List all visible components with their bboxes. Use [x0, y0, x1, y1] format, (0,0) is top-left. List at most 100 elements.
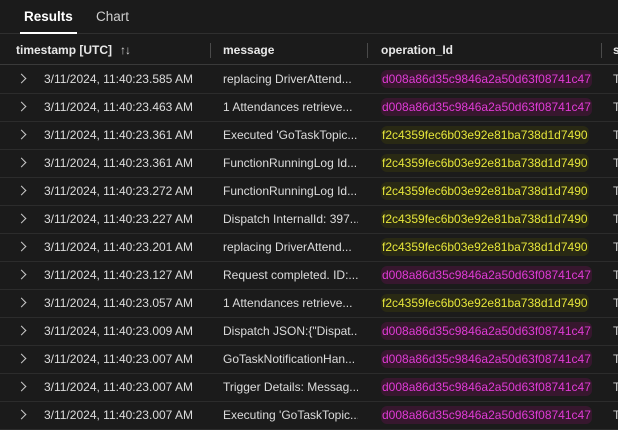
table-row[interactable]: 3/11/2024, 11:40:23.361 AM FunctionRunnin…	[0, 150, 618, 178]
cell-timestamp: 3/11/2024, 11:40:23.057 AM	[44, 296, 194, 310]
cell-message: FunctionRunningLog Id...	[223, 184, 358, 198]
cell-timestamp: 3/11/2024, 11:40:23.009 AM	[44, 324, 194, 338]
cell-timestamp: 3/11/2024, 11:40:23.585 AM	[44, 72, 194, 86]
table-row[interactable]: 3/11/2024, 11:40:23.127 AM Request comple…	[0, 262, 618, 290]
expand-chevron-icon[interactable]	[16, 73, 27, 84]
cell-truncated: T	[613, 408, 618, 422]
cell-timestamp: 3/11/2024, 11:40:23.007 AM	[44, 352, 194, 366]
cell-timestamp: 3/11/2024, 11:40:23.272 AM	[44, 184, 194, 198]
operation-id-highlight: d008a86d35c9846a2a50d63f08741c47	[381, 266, 592, 284]
cell-message: GoTaskNotificationHan...	[223, 352, 356, 366]
cell-operation-id: f2c4359fec6b03e92e81ba738d1d7490	[381, 290, 606, 317]
operation-id-highlight: f2c4359fec6b03e92e81ba738d1d7490	[381, 238, 589, 256]
cell-truncated: T	[613, 128, 618, 142]
cell-operation-id: d008a86d35c9846a2a50d63f08741c47	[381, 346, 606, 373]
results-tab-bar: Results Chart	[0, 0, 618, 34]
cell-timestamp: 3/11/2024, 11:40:23.201 AM	[44, 240, 194, 254]
cell-truncated: T	[613, 296, 618, 310]
table-row[interactable]: 3/11/2024, 11:40:23.057 AM 1 Attendances …	[0, 290, 618, 318]
cell-operation-id: f2c4359fec6b03e92e81ba738d1d7490	[381, 150, 606, 177]
tab-results[interactable]: Results	[20, 0, 77, 34]
sort-icon[interactable]: ↑↓	[120, 36, 131, 64]
operation-id-highlight: f2c4359fec6b03e92e81ba738d1d7490	[381, 294, 589, 312]
cell-operation-id: d008a86d35c9846a2a50d63f08741c47	[381, 318, 606, 345]
cell-operation-id: d008a86d35c9846a2a50d63f08741c47	[381, 402, 606, 429]
cell-message: 1 Attendances retrieve...	[223, 100, 353, 114]
expand-chevron-icon[interactable]	[16, 297, 27, 308]
table-row[interactable]: 3/11/2024, 11:40:23.007 AM Executing 'GoT…	[0, 402, 618, 430]
table-row[interactable]: 3/11/2024, 11:40:23.201 AM replacing Driv…	[0, 234, 618, 262]
cell-truncated: T	[613, 156, 618, 170]
cell-timestamp: 3/11/2024, 11:40:23.361 AM	[44, 128, 194, 142]
expand-chevron-icon[interactable]	[16, 157, 27, 168]
expand-chevron-icon[interactable]	[16, 353, 27, 364]
cell-truncated: T	[613, 184, 618, 198]
table-row[interactable]: 3/11/2024, 11:40:23.463 AM 1 Attendances …	[0, 94, 618, 122]
table-row[interactable]: 3/11/2024, 11:40:23.361 AM Executed 'GoTa…	[0, 122, 618, 150]
cell-operation-id: f2c4359fec6b03e92e81ba738d1d7490	[381, 122, 606, 149]
table-row[interactable]: 3/11/2024, 11:40:23.585 AM replacing Driv…	[0, 66, 618, 94]
cell-message: replacing DriverAttend...	[223, 240, 352, 254]
table-row[interactable]: 3/11/2024, 11:40:23.007 AM GoTaskNotifica…	[0, 346, 618, 374]
cell-truncated: T	[613, 268, 618, 282]
table-row[interactable]: 3/11/2024, 11:40:23.227 AM Dispatch Inter…	[0, 206, 618, 234]
cell-operation-id: d008a86d35c9846a2a50d63f08741c47	[381, 66, 606, 93]
cell-timestamp: 3/11/2024, 11:40:23.007 AM	[44, 380, 194, 394]
expand-chevron-icon[interactable]	[16, 241, 27, 252]
cell-truncated: T	[613, 100, 618, 114]
operation-id-highlight: d008a86d35c9846a2a50d63f08741c47	[381, 350, 592, 368]
cell-truncated: T	[613, 212, 618, 226]
column-divider[interactable]	[210, 43, 211, 58]
operation-id-highlight: d008a86d35c9846a2a50d63f08741c47	[381, 98, 592, 116]
table-header: timestamp [UTC] ↑↓ message operation_Id s	[0, 36, 618, 65]
table-row[interactable]: 3/11/2024, 11:40:23.007 AM Trigger Detail…	[0, 374, 618, 402]
cell-truncated: T	[613, 324, 618, 338]
cell-timestamp: 3/11/2024, 11:40:23.127 AM	[44, 268, 194, 282]
cell-operation-id: f2c4359fec6b03e92e81ba738d1d7490	[381, 206, 606, 233]
cell-message: Dispatch JSON:{"Dispat...	[223, 324, 358, 338]
column-header-truncated[interactable]: s	[613, 36, 618, 64]
cell-operation-id: d008a86d35c9846a2a50d63f08741c47	[381, 94, 606, 121]
cell-timestamp: 3/11/2024, 11:40:23.463 AM	[44, 100, 194, 114]
column-divider[interactable]	[601, 43, 602, 58]
column-header-operation-id[interactable]: operation_Id	[381, 36, 601, 64]
column-divider[interactable]	[367, 43, 368, 58]
cell-message: Executed 'GoTaskTopic...	[223, 128, 358, 142]
column-header-timestamp[interactable]: timestamp [UTC] ↑↓	[16, 36, 201, 64]
cell-timestamp: 3/11/2024, 11:40:23.007 AM	[44, 408, 194, 422]
cell-truncated: T	[613, 380, 618, 394]
expand-chevron-icon[interactable]	[16, 129, 27, 140]
tab-chart[interactable]: Chart	[92, 0, 133, 34]
column-header-message[interactable]: message	[223, 36, 363, 64]
operation-id-highlight: f2c4359fec6b03e92e81ba738d1d7490	[381, 126, 589, 144]
cell-message: Dispatch InternalId: 397...	[223, 212, 358, 226]
cell-timestamp: 3/11/2024, 11:40:23.227 AM	[44, 212, 194, 226]
expand-chevron-icon[interactable]	[16, 101, 27, 112]
operation-id-highlight: f2c4359fec6b03e92e81ba738d1d7490	[381, 210, 589, 228]
cell-operation-id: d008a86d35c9846a2a50d63f08741c47	[381, 262, 606, 289]
cell-message: Trigger Details: Messag...	[223, 380, 358, 394]
table-row[interactable]: 3/11/2024, 11:40:23.272 AM FunctionRunnin…	[0, 178, 618, 206]
expand-chevron-icon[interactable]	[16, 325, 27, 336]
operation-id-highlight: d008a86d35c9846a2a50d63f08741c47	[381, 70, 592, 88]
operation-id-highlight: f2c4359fec6b03e92e81ba738d1d7490	[381, 182, 589, 200]
cell-truncated: T	[613, 352, 618, 366]
cell-message: Request completed. ID:...	[223, 268, 358, 282]
operation-id-highlight: d008a86d35c9846a2a50d63f08741c47	[381, 406, 592, 424]
column-header-timestamp-label: timestamp [UTC]	[16, 43, 113, 57]
expand-chevron-icon[interactable]	[16, 269, 27, 280]
expand-chevron-icon[interactable]	[16, 185, 27, 196]
expand-chevron-icon[interactable]	[16, 381, 27, 392]
cell-message: replacing DriverAttend...	[223, 72, 352, 86]
operation-id-highlight: f2c4359fec6b03e92e81ba738d1d7490	[381, 154, 589, 172]
table-row[interactable]: 3/11/2024, 11:40:23.009 AM Dispatch JSON:…	[0, 318, 618, 346]
cell-operation-id: d008a86d35c9846a2a50d63f08741c47	[381, 374, 606, 401]
cell-message: FunctionRunningLog Id...	[223, 156, 358, 170]
expand-chevron-icon[interactable]	[16, 213, 27, 224]
operation-id-highlight: d008a86d35c9846a2a50d63f08741c47	[381, 322, 592, 340]
cell-operation-id: f2c4359fec6b03e92e81ba738d1d7490	[381, 178, 606, 205]
cell-message: Executing 'GoTaskTopic...	[223, 408, 358, 422]
expand-chevron-icon[interactable]	[16, 409, 27, 420]
cell-message: 1 Attendances retrieve...	[223, 296, 353, 310]
cell-operation-id: f2c4359fec6b03e92e81ba738d1d7490	[381, 234, 606, 261]
